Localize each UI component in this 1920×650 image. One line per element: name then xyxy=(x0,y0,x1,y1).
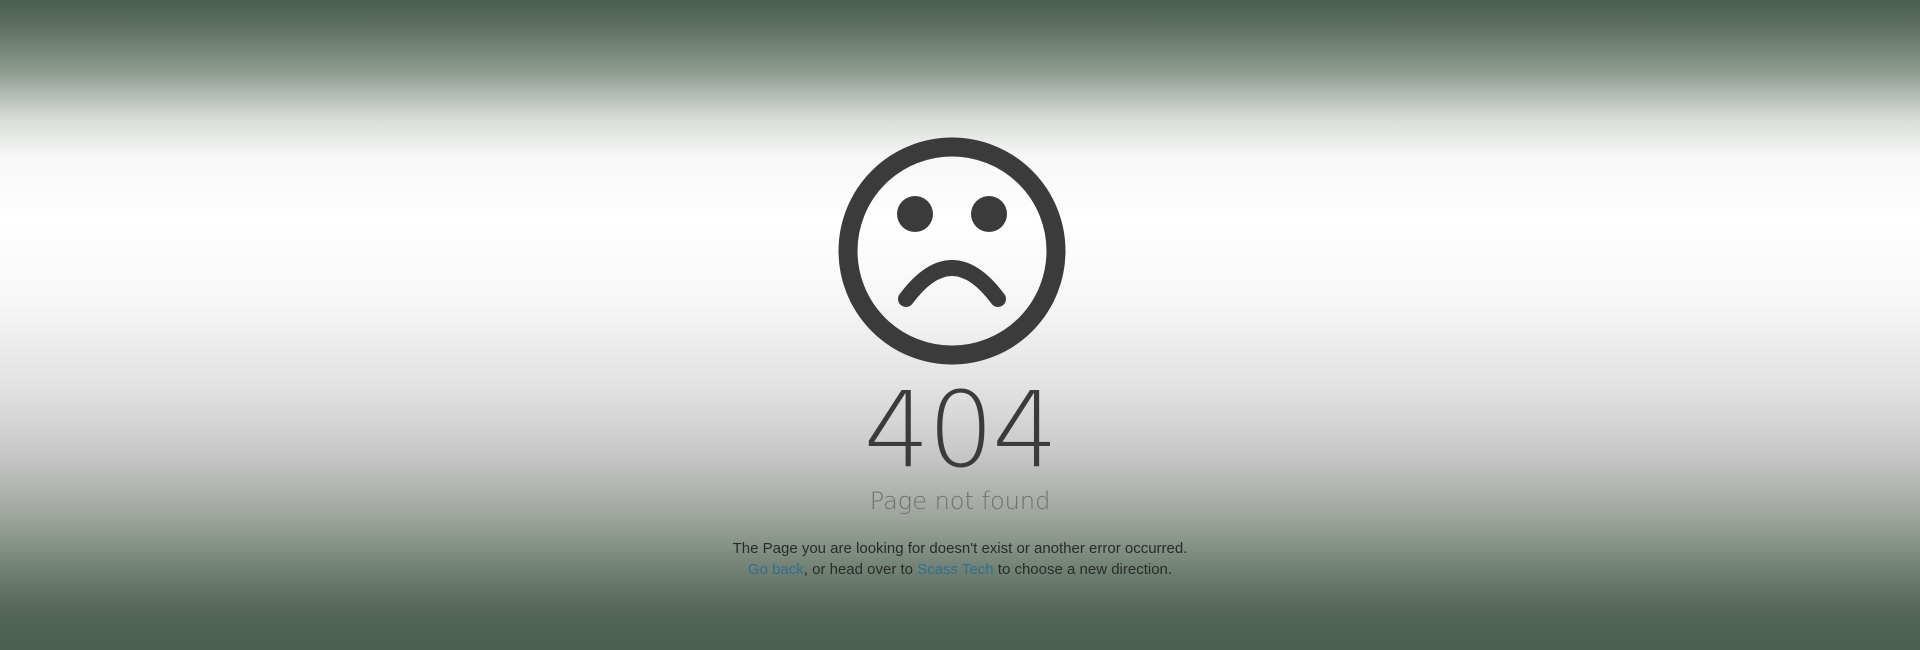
error-message-line1: The Page you are looking for doesn't exi… xyxy=(732,540,1188,557)
sad-face-icon xyxy=(838,137,1066,365)
go-back-link[interactable]: Go back xyxy=(748,561,804,578)
error-title: Page not found xyxy=(869,487,1051,515)
error-message-line2: Go back, or head over to Scass Tech to c… xyxy=(0,559,1920,580)
error-message: The Page you are looking for doesn't exi… xyxy=(0,538,1920,580)
face-outline xyxy=(838,137,1066,365)
home-link[interactable]: Scass Tech xyxy=(917,561,993,578)
error-message-middle: , or head over to xyxy=(803,561,918,578)
error-message-end: to choose a new direction. xyxy=(993,561,1173,578)
frown-mouth xyxy=(898,260,1006,307)
left-eye xyxy=(897,196,933,232)
error-page: 404 Page not found The Page you are look… xyxy=(0,0,1920,650)
error-code: 404 xyxy=(863,369,1059,491)
right-eye xyxy=(971,196,1007,232)
